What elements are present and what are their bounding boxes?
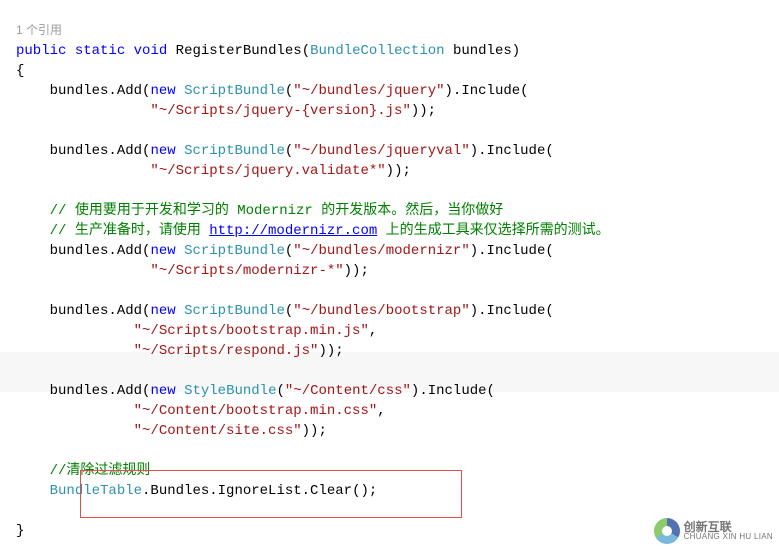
keyword-new: new	[150, 303, 175, 319]
call: bundles.Add(	[50, 303, 151, 319]
code: ));	[318, 343, 343, 359]
code: ).Include(	[470, 243, 554, 259]
comment: // 生产准备时，请使用	[50, 223, 210, 239]
type-stylebundle: StyleBundle	[184, 383, 276, 399]
brace-close: }	[16, 523, 24, 539]
code: ).Include(	[470, 303, 554, 319]
code: ));	[411, 103, 436, 119]
call: bundles.Add(	[50, 243, 151, 259]
keyword-public: public	[16, 43, 66, 59]
comment: 上的生成工具来仅选择所需的测试。	[377, 223, 609, 239]
type-bundletable: BundleTable	[50, 483, 142, 499]
code: ));	[344, 263, 369, 279]
references-codelens[interactable]: 1 个引用	[16, 23, 62, 37]
code: ,	[369, 323, 377, 339]
keyword-new: new	[150, 383, 175, 399]
string-literal: "~/Content/bootstrap.min.css"	[134, 403, 378, 419]
string-literal: "~/bundles/jquery"	[293, 83, 444, 99]
comment: // 使用要用于开发和学习的 Modernizr 的开发版本。然后，当你做好	[50, 203, 504, 219]
string-literal: "~/Scripts/modernizr-*"	[150, 263, 343, 279]
keyword-new: new	[150, 143, 175, 159]
type-name: BundleCollection	[310, 43, 444, 59]
string-literal: "~/Content/css"	[285, 383, 411, 399]
code: .Bundles.IgnoreList.Clear();	[142, 483, 377, 499]
watermark-logo-icon	[654, 518, 680, 544]
call: bundles.Add(	[50, 143, 151, 159]
comment: //清除过滤规则	[50, 463, 151, 479]
type-scriptbundle: ScriptBundle	[184, 303, 285, 319]
string-literal: "~/bundles/modernizr"	[293, 243, 469, 259]
watermark: 创新互联 CHUANG XIN HU LIAN	[654, 518, 773, 544]
string-literal: "~/Scripts/jquery-{version}.js"	[150, 103, 410, 119]
param-name: bundles	[453, 43, 512, 59]
code: ).Include(	[470, 143, 554, 159]
string-literal: "~/Scripts/jquery.validate*"	[150, 163, 385, 179]
type-scriptbundle: ScriptBundle	[184, 83, 285, 99]
keyword-new: new	[150, 243, 175, 259]
string-literal: "~/bundles/jqueryval"	[293, 143, 469, 159]
call: bundles.Add(	[50, 383, 151, 399]
code: ));	[386, 163, 411, 179]
code: ).Include(	[445, 83, 529, 99]
comment-url[interactable]: http://modernizr.com	[209, 223, 377, 239]
keyword-void: void	[134, 43, 168, 59]
code-editor[interactable]: 1 个引用 public static void RegisterBundles…	[0, 0, 779, 541]
call: bundles.Add(	[50, 83, 151, 99]
type-scriptbundle: ScriptBundle	[184, 243, 285, 259]
string-literal: "~/bundles/bootstrap"	[293, 303, 469, 319]
keyword-static: static	[75, 43, 125, 59]
method-name: RegisterBundles	[176, 43, 302, 59]
string-literal: "~/Scripts/respond.js"	[134, 343, 319, 359]
code: ).Include(	[411, 383, 495, 399]
brace-open: {	[16, 63, 24, 79]
watermark-text-en: CHUANG XIN HU LIAN	[684, 533, 773, 541]
code: ,	[377, 403, 385, 419]
string-literal: "~/Scripts/bootstrap.min.js"	[134, 323, 369, 339]
keyword-new: new	[150, 83, 175, 99]
type-scriptbundle: ScriptBundle	[184, 143, 285, 159]
code: ));	[302, 423, 327, 439]
string-literal: "~/Content/site.css"	[134, 423, 302, 439]
